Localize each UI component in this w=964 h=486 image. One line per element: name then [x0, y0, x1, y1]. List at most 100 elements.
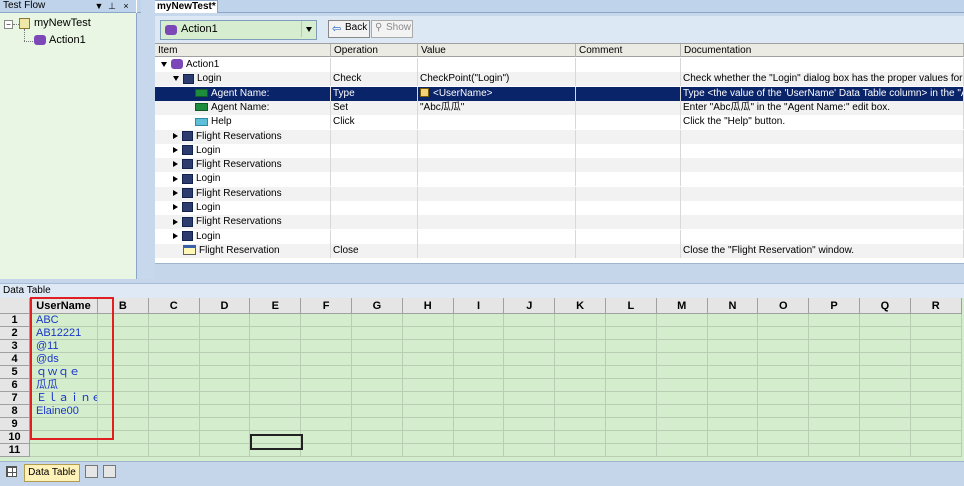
data-cell[interactable] — [148, 340, 200, 353]
data-cell[interactable] — [352, 366, 403, 379]
data-cell[interactable] — [758, 353, 810, 366]
data-cell[interactable] — [402, 314, 454, 327]
data-cell[interactable] — [606, 379, 657, 392]
collapsed-icon[interactable] — [173, 232, 178, 239]
cell-item[interactable]: Flight Reservations — [155, 215, 331, 230]
data-cell[interactable] — [707, 379, 759, 392]
column-header-j[interactable]: J — [504, 298, 556, 314]
tree-action-label[interactable]: Action1 — [49, 34, 86, 46]
action-select[interactable]: Action1 — [160, 20, 317, 40]
column-header-h[interactable]: H — [402, 298, 454, 314]
data-cell[interactable] — [301, 353, 352, 366]
data-cell[interactable] — [707, 444, 759, 457]
data-cell[interactable] — [453, 431, 505, 444]
data-cell[interactable] — [148, 405, 200, 418]
data-cell[interactable] — [707, 418, 759, 431]
row-header[interactable]: 11 — [0, 444, 30, 457]
data-cell[interactable] — [910, 327, 962, 340]
data-cell[interactable] — [402, 405, 454, 418]
cell-operation[interactable] — [331, 229, 418, 244]
cell-comment[interactable] — [576, 229, 681, 244]
data-cell[interactable] — [656, 431, 708, 444]
data-cell[interactable] — [809, 366, 860, 379]
row-header[interactable]: 3 — [0, 340, 30, 353]
keyword-row[interactable]: Flight Reservations — [155, 158, 964, 173]
data-cell[interactable] — [910, 314, 962, 327]
data-cell[interactable] — [453, 418, 505, 431]
data-cell[interactable] — [606, 405, 657, 418]
sheet-tab-data-table[interactable]: Data Table — [24, 464, 80, 482]
data-cell[interactable] — [910, 353, 962, 366]
cell-documentation[interactable] — [681, 58, 964, 72]
cell-comment[interactable] — [576, 72, 681, 87]
data-cell[interactable] — [758, 314, 810, 327]
data-cell[interactable] — [301, 340, 352, 353]
data-cell[interactable] — [809, 340, 860, 353]
cell-value[interactable] — [418, 215, 576, 230]
data-cell[interactable] — [453, 327, 505, 340]
keyword-row[interactable]: Action1 — [155, 58, 964, 72]
cell-operation[interactable] — [331, 158, 418, 173]
data-cell[interactable] — [199, 418, 251, 431]
cell-comment[interactable] — [576, 215, 681, 230]
data-cell[interactable] — [453, 340, 505, 353]
cell-operation[interactable]: Type — [331, 86, 418, 101]
data-cell[interactable] — [199, 392, 251, 405]
data-cell[interactable] — [809, 431, 860, 444]
expanded-icon[interactable] — [161, 61, 167, 67]
data-cell[interactable] — [860, 392, 911, 405]
data-cell[interactable] — [555, 418, 606, 431]
data-cell[interactable] — [504, 379, 556, 392]
cell-value[interactable] — [418, 229, 576, 244]
data-cell[interactable] — [148, 379, 200, 392]
data-cell[interactable] — [301, 444, 352, 457]
cell-item[interactable]: Agent Name: — [155, 100, 331, 115]
data-cell[interactable] — [199, 405, 251, 418]
data-cell[interactable] — [860, 327, 911, 340]
column-header-item[interactable]: Item — [155, 44, 331, 57]
cell-documentation[interactable] — [681, 172, 964, 187]
data-cell[interactable] — [402, 418, 454, 431]
data-cell[interactable] — [301, 418, 352, 431]
data-cell[interactable] — [910, 392, 962, 405]
keyword-row[interactable]: Login — [155, 201, 964, 215]
cell-value[interactable] — [418, 243, 576, 258]
data-cell[interactable] — [402, 340, 454, 353]
data-cell[interactable] — [504, 431, 556, 444]
data-cell[interactable] — [199, 327, 251, 340]
data-cell[interactable] — [148, 353, 200, 366]
pin-icon[interactable]: ⊥ — [107, 0, 117, 12]
data-cell[interactable] — [656, 405, 708, 418]
data-cell[interactable] — [606, 340, 657, 353]
cell-documentation[interactable]: Enter "Abc瓜瓜" in the "Agent Name:" edit … — [681, 100, 964, 115]
column-header-f[interactable]: F — [301, 298, 352, 314]
data-cell[interactable] — [402, 444, 454, 457]
cell-documentation[interactable] — [681, 229, 964, 244]
data-cell[interactable] — [606, 366, 657, 379]
data-cell[interactable] — [555, 405, 606, 418]
column-header-m[interactable]: M — [656, 298, 708, 314]
column-header-d[interactable]: D — [199, 298, 251, 314]
data-cell[interactable] — [402, 353, 454, 366]
keyword-row[interactable]: Agent Name: Set "Abc瓜瓜" Enter "Abc瓜瓜" in th… — [155, 100, 964, 115]
column-header-k[interactable]: K — [555, 298, 606, 314]
column-header-r[interactable]: R — [910, 298, 962, 314]
data-cell[interactable] — [504, 405, 556, 418]
data-cell[interactable] — [910, 379, 962, 392]
data-cell[interactable] — [555, 366, 606, 379]
data-cell[interactable] — [910, 444, 962, 457]
cell-item[interactable]: Agent Name: — [155, 86, 331, 101]
data-cell[interactable] — [555, 379, 606, 392]
data-cell[interactable] — [402, 327, 454, 340]
collapsed-icon[interactable] — [173, 147, 178, 154]
data-cell[interactable] — [860, 444, 911, 457]
data-cell[interactable] — [453, 379, 505, 392]
cell-documentation[interactable] — [681, 201, 964, 215]
cell-item[interactable]: Login — [155, 172, 331, 187]
data-cell[interactable] — [860, 340, 911, 353]
cell-operation[interactable] — [331, 58, 418, 72]
data-cell[interactable] — [809, 327, 860, 340]
debug-sheet-icon[interactable] — [103, 465, 116, 478]
cell-value[interactable] — [418, 115, 576, 130]
data-cell[interactable] — [910, 340, 962, 353]
